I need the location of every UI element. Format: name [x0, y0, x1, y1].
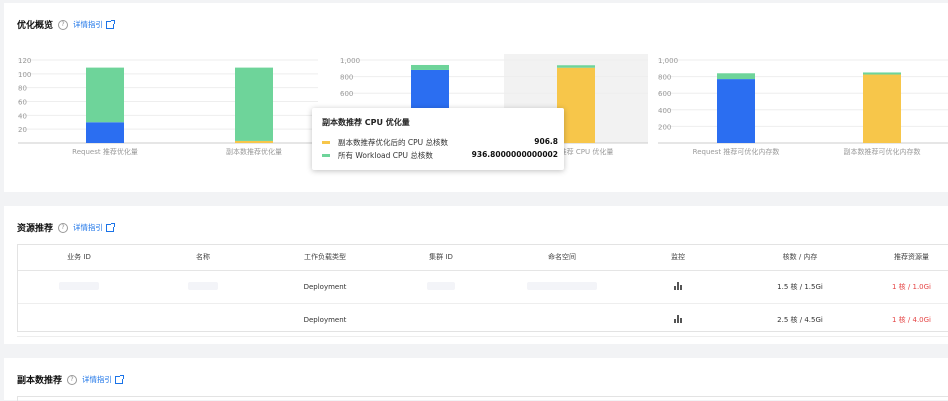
table-row: Deployment 1.5 核 / 1.5Gi 1 核 / 1.0Gi [17, 270, 948, 304]
namespace-cell [497, 270, 627, 304]
cpu-memory-cell: 2.5 核 / 4.5Gi [729, 303, 871, 337]
bar-segment [86, 67, 124, 123]
y-tick-label: 80 [18, 85, 27, 93]
y-tick-label: 20 [18, 126, 27, 134]
bar-segment [717, 73, 755, 80]
bar-segment [863, 74, 901, 143]
overview-title: 优化概览 [17, 21, 54, 31]
y-tick-label: 120 [18, 57, 31, 65]
y-tick-label: 600 [658, 90, 671, 98]
recommend-cell: 1 核 / 1.0Gi [871, 270, 948, 304]
help-icon[interactable]: ? [58, 19, 69, 30]
y-tick-label: 800 [340, 74, 353, 82]
legend-swatch [322, 154, 330, 157]
y-tick-label: 1,000 [658, 57, 678, 65]
external-link-icon[interactable] [106, 222, 116, 232]
replica-title-row: 副本数推荐 ? 详情指引 [17, 373, 125, 386]
bar-segment [411, 64, 449, 70]
cpu-memory-cell: 1.5 核 / 1.5Gi [729, 270, 871, 304]
external-link-icon[interactable] [115, 374, 125, 384]
external-link-icon[interactable] [106, 19, 116, 29]
bar-chart-icon[interactable] [674, 282, 682, 290]
bar-segment [863, 72, 901, 75]
column-header: 工作负载类型 [265, 244, 385, 271]
bar-segment [235, 140, 273, 143]
tooltip-title: 副本数推荐 CPU 优化量 [322, 118, 410, 127]
x-tick-label: 副本数推荐可优化内存数 [844, 147, 921, 156]
name-cell[interactable] [141, 270, 265, 304]
bar-segment [557, 65, 595, 68]
y-tick-label: 600 [340, 90, 353, 98]
column-header: 业务 ID [17, 244, 141, 271]
bar-segment [235, 67, 273, 141]
y-tick-label: 200 [658, 123, 671, 131]
column-header: 命名空间 [497, 244, 627, 271]
name-cell[interactable] [141, 303, 265, 337]
replica-title: 副本数推荐 [17, 376, 63, 386]
tooltip-row: 所有 Workload CPU 总核数 936.8000000000002 [322, 150, 558, 161]
column-header: 监控 [627, 244, 729, 271]
tooltip-label: 所有 Workload CPU 总核数 [338, 151, 433, 160]
workload-type-cell: Deployment [265, 303, 385, 337]
replica-guide-link[interactable]: 详情指引 [82, 374, 112, 385]
redacted-value [59, 282, 99, 290]
table-top-border [17, 396, 948, 401]
business-id-cell [17, 303, 141, 337]
column-header: 推荐资源量 [871, 244, 948, 271]
overview-title-row: 优化概览 ? 详情指引 [17, 18, 116, 31]
resource-title-row: 资源推荐 ? 详情指引 [17, 221, 116, 234]
redacted-value [188, 282, 218, 290]
table-header-row: 业务 ID 名称 工作负载类型 集群 ID 命名空间 监控 核数 / 内存 推荐… [17, 244, 948, 271]
help-icon[interactable]: ? [67, 374, 78, 385]
business-id-cell [17, 270, 141, 304]
cluster-id-cell [385, 303, 497, 337]
help-icon[interactable]: ? [58, 222, 69, 233]
bar-segment [717, 79, 755, 143]
cluster-id-cell [385, 270, 497, 304]
legend-swatch [322, 141, 330, 144]
chart-1: 20 40 60 80 100 120 Request 推荐优化量 副本数推荐优化量 [0, 48, 318, 178]
y-tick-label: 1,000 [340, 57, 360, 65]
tooltip-value: 936.8000000000002 [471, 150, 558, 159]
replica-card: 副本数推荐 ? 详情指引 [4, 358, 948, 401]
y-tick-label: 100 [18, 71, 31, 79]
tooltip-value: 906.8 [534, 137, 558, 146]
x-tick-label: Request 推荐优化量 [72, 147, 138, 156]
table-row: Deployment 2.5 核 / 4.5Gi 1 核 / 4.0Gi [17, 303, 948, 337]
y-tick-label: 60 [18, 99, 27, 107]
tooltip-label: 副本数推荐优化后的 CPU 总核数 [338, 138, 449, 147]
bar-segment [86, 122, 124, 143]
resource-title: 资源推荐 [17, 224, 54, 234]
y-tick-label: 40 [18, 112, 27, 120]
namespace-cell [497, 303, 627, 337]
y-tick-label: 400 [658, 107, 671, 115]
redacted-value [527, 282, 597, 290]
resource-card: 资源推荐 ? 详情指引 业务 ID 名称 工作负载类型 集群 ID 命名空间 监… [4, 206, 948, 344]
chart-tooltip: 副本数推荐 CPU 优化量 副本数推荐优化后的 CPU 总核数 906.8 所有… [312, 108, 564, 170]
y-tick-label: 800 [658, 74, 671, 82]
column-header: 名称 [141, 244, 265, 271]
column-header: 集群 ID [385, 244, 497, 271]
x-tick-label: Request 推荐可优化内存数 [693, 147, 780, 156]
monitor-cell [627, 303, 729, 337]
x-tick-label: 副本数推荐优化量 [226, 147, 282, 156]
workload-type-cell: Deployment [265, 270, 385, 304]
bar-chart-icon[interactable] [674, 315, 682, 323]
monitor-cell [627, 270, 729, 304]
overview-guide-link[interactable]: 详情指引 [73, 19, 103, 30]
resource-table: 业务 ID 名称 工作负载类型 集群 ID 命名空间 监控 核数 / 内存 推荐… [17, 244, 948, 337]
tooltip-row: 副本数推荐优化后的 CPU 总核数 906.8 [322, 137, 558, 148]
redacted-value [427, 282, 455, 290]
recommend-cell: 1 核 / 4.0Gi [871, 303, 948, 337]
column-header: 核数 / 内存 [729, 244, 871, 271]
chart-3: 200 400 600 800 1,000 Request 推荐可优化内存数 副本数推荐可优… [650, 48, 948, 178]
resource-guide-link[interactable]: 详情指引 [73, 222, 103, 233]
